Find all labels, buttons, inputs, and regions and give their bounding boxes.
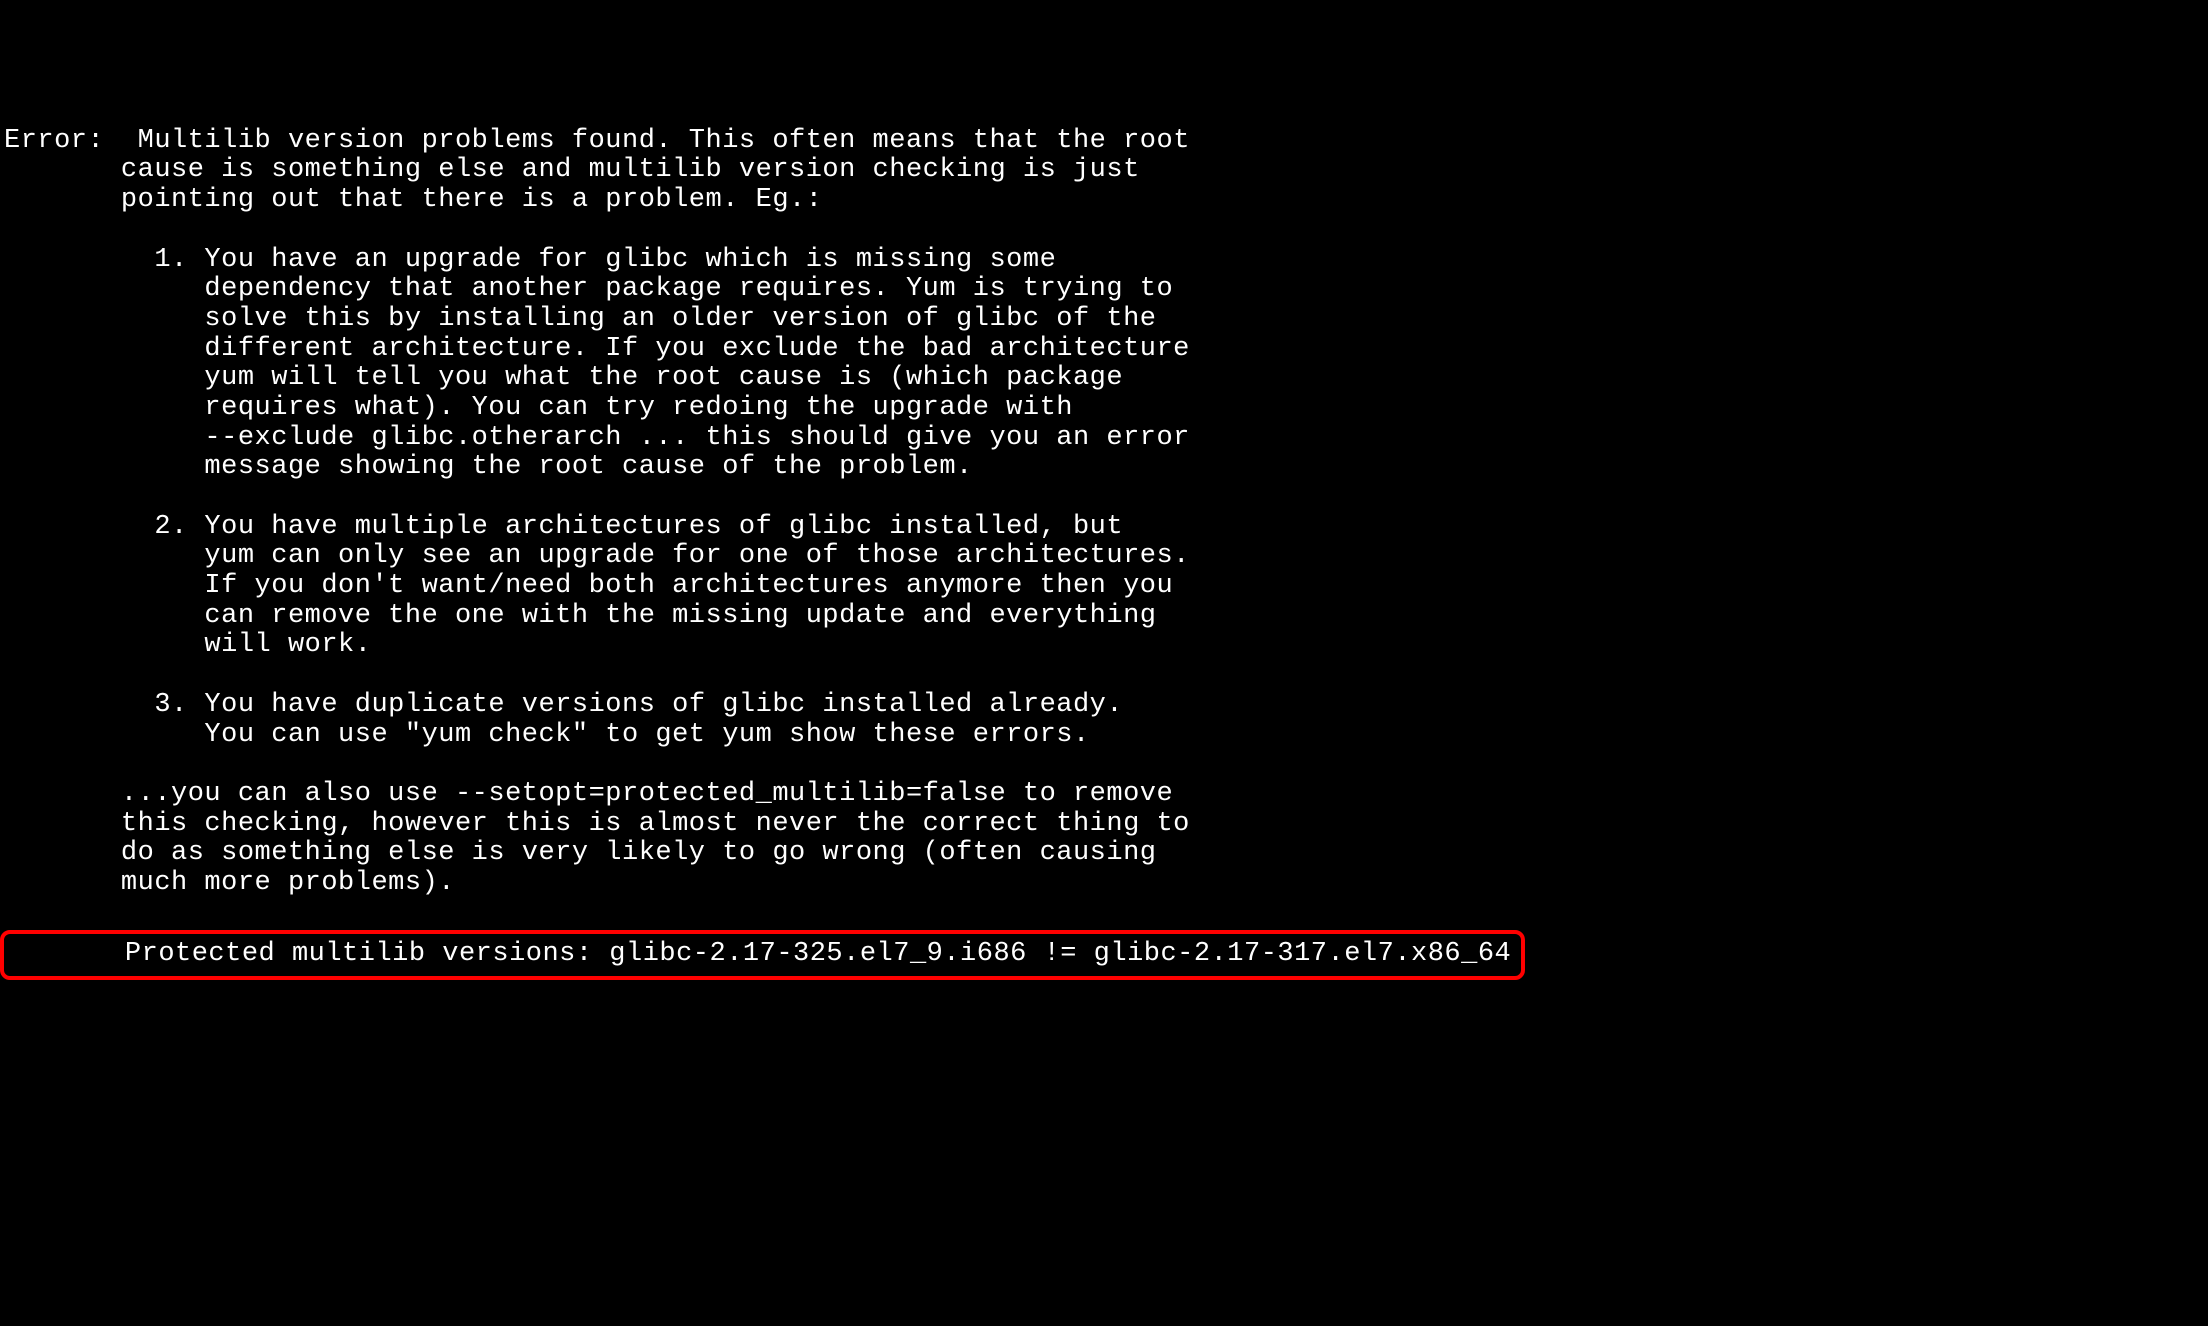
error-text-line: message showing the root cause of the pr… — [4, 452, 973, 482]
list-item-number: 1. — [4, 245, 188, 275]
error-text-line: dependency that another package requires… — [4, 274, 1173, 304]
error-text-line: --exclude glibc.otherarch ... this shoul… — [4, 423, 1190, 453]
error-text-line: pointing out that there is a problem. Eg… — [4, 185, 822, 215]
error-text-line: yum can only see an upgrade for one of t… — [4, 541, 1190, 571]
error-label: Error: — [4, 126, 104, 156]
error-text-line: You have multiple architectures of glibc… — [188, 512, 1123, 542]
protected-multilib-highlight: Protected multilib versions: glibc-2.17-… — [0, 930, 1525, 980]
error-text-line: much more problems). — [4, 868, 455, 898]
terminal-output: Error: Multilib version problems found. … — [4, 127, 2204, 980]
error-text-line: do as something else is very likely to g… — [4, 838, 1156, 868]
error-text-line: solve this by installing an older versio… — [4, 304, 1156, 334]
error-text-line: You have an upgrade for glibc which is m… — [188, 245, 1057, 275]
error-text-line: ...you can also use --setopt=protected_m… — [4, 779, 1173, 809]
error-text-line: different architecture. If you exclude t… — [4, 334, 1190, 364]
protected-multilib-text: Protected multilib versions: glibc-2.17-… — [8, 939, 1511, 969]
error-text-line: requires what). You can try redoing the … — [4, 393, 1073, 423]
error-text-line: You have duplicate versions of glibc ins… — [188, 690, 1123, 720]
error-text-line: Multilib version problems found. This of… — [104, 126, 1190, 156]
error-text-line: this checking, however this is almost ne… — [4, 809, 1190, 839]
error-text-line: yum will tell you what the root cause is… — [4, 363, 1123, 393]
error-text-line: can remove the one with the missing upda… — [4, 601, 1156, 631]
list-item-number: 2. — [4, 512, 188, 542]
error-text-line: You can use "yum check" to get yum show … — [4, 720, 1090, 750]
error-text-line: will work. — [4, 630, 371, 660]
error-text-line: cause is something else and multilib ver… — [4, 155, 1140, 185]
list-item-number: 3. — [4, 690, 188, 720]
error-text-line: If you don't want/need both architecture… — [4, 571, 1173, 601]
